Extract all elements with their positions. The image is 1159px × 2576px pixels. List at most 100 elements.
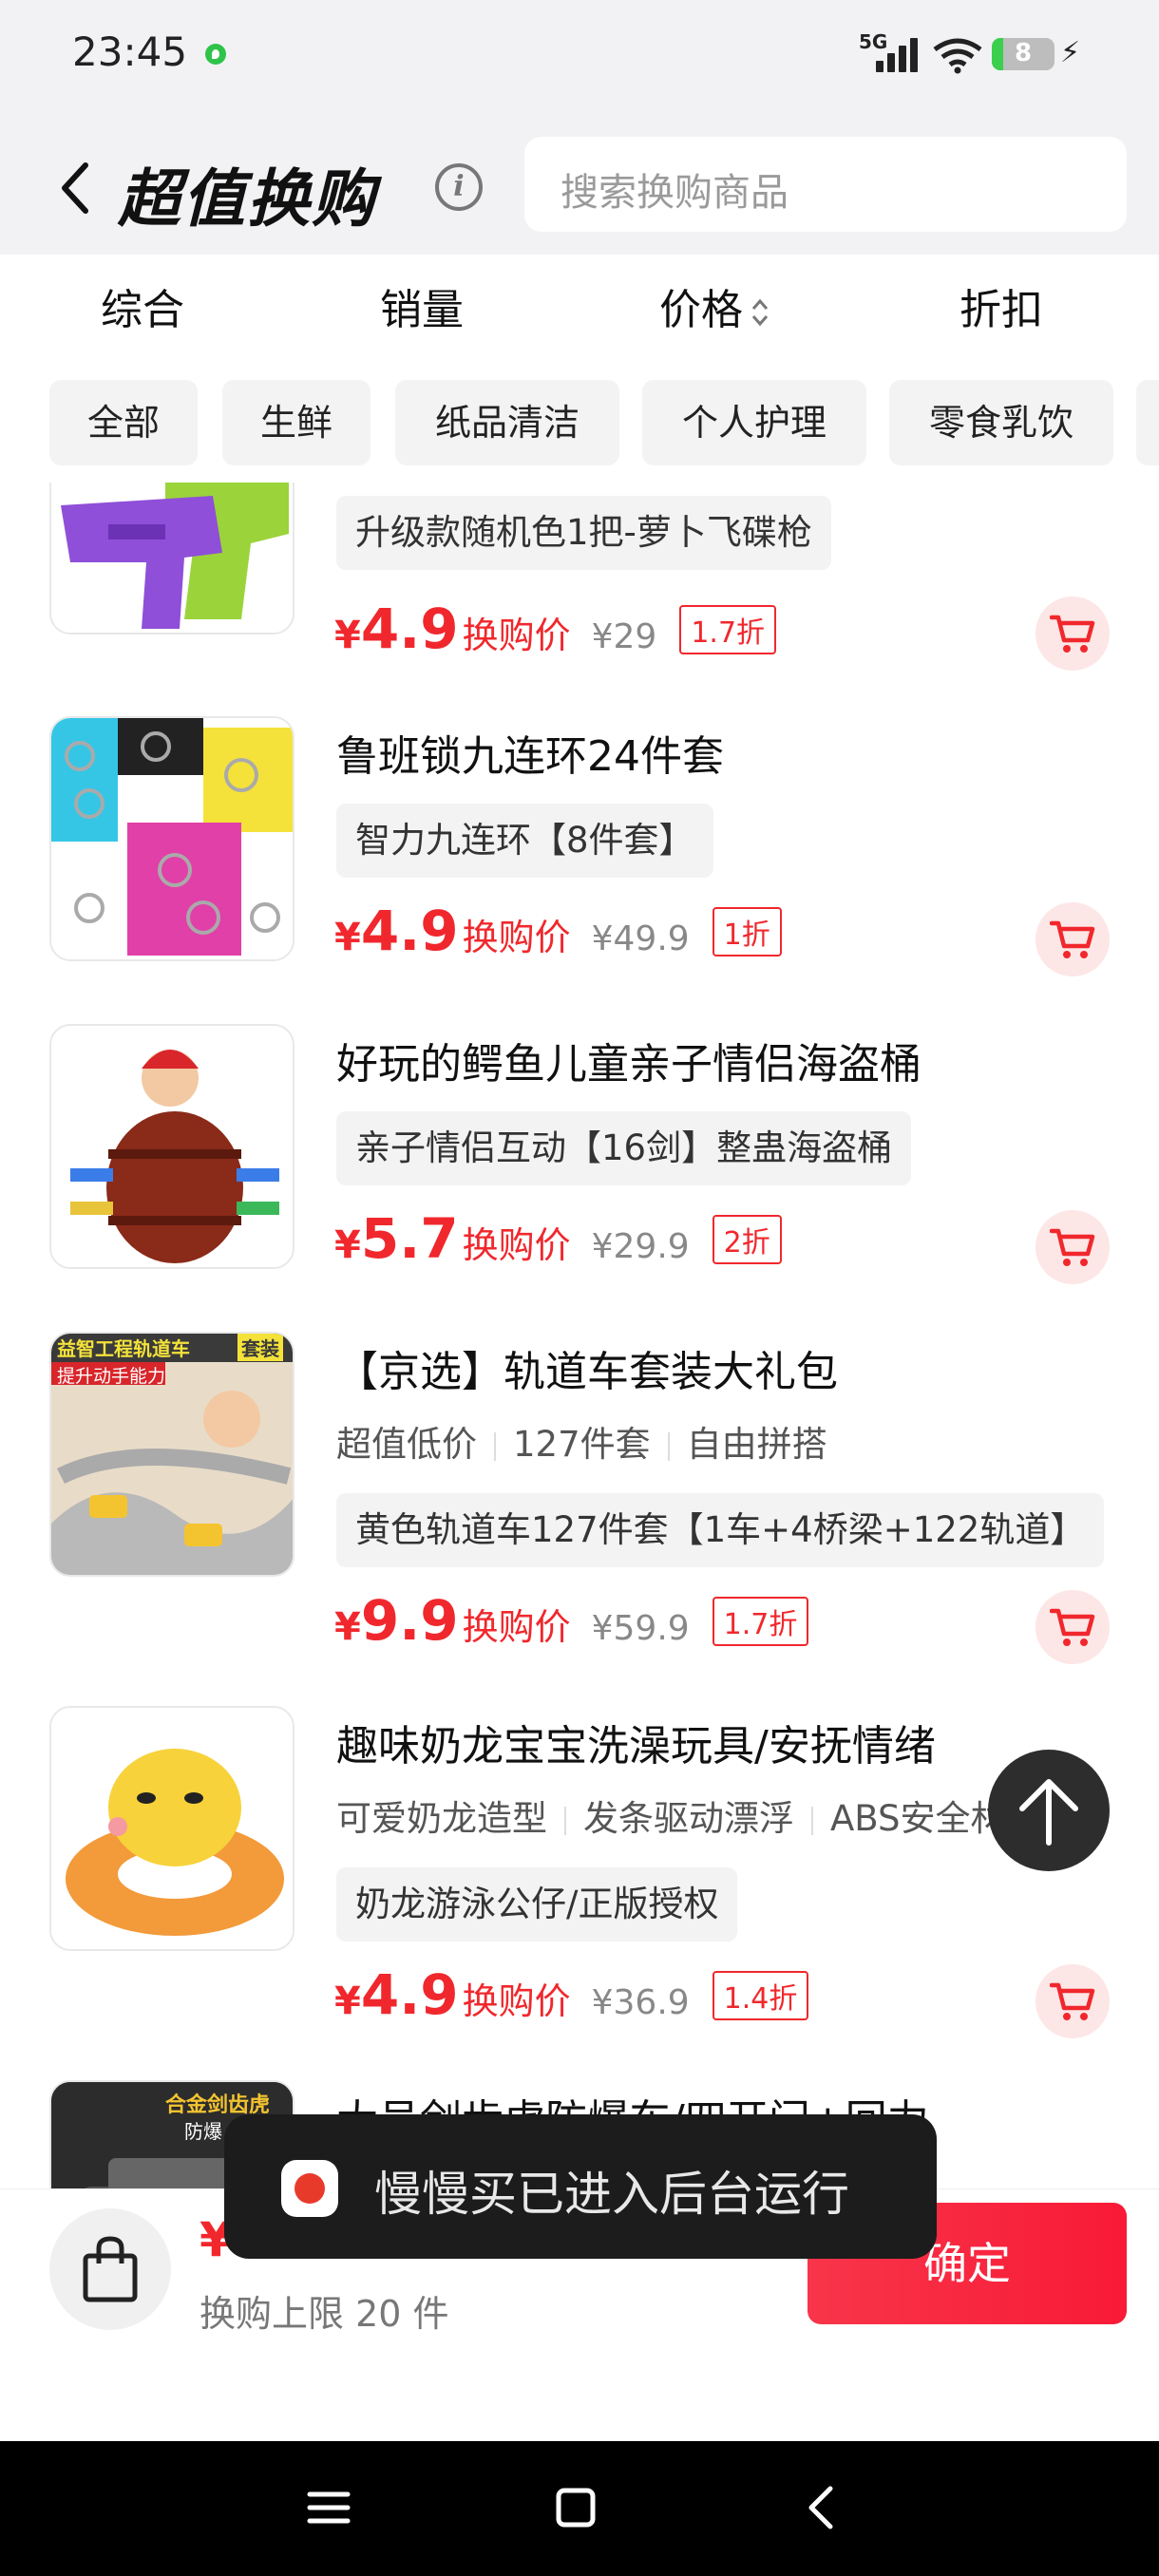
cart-icon (1050, 1228, 1095, 1266)
sort-arrows-icon (751, 298, 769, 327)
product-price: 4.9 (360, 597, 459, 661)
status-icons: 5G 8 ⚡ (859, 30, 1087, 78)
arrow-up-icon (1019, 1779, 1078, 1846)
original-price: ¥49.9 (591, 919, 690, 958)
product-variant[interactable]: 升级款随机色1把-萝卜飞碟枪 (336, 496, 831, 570)
notification-dot-icon (205, 44, 226, 65)
search-placeholder: 搜索换购商品 (560, 171, 788, 215)
add-to-cart-button[interactable] (1036, 1964, 1110, 2038)
tab-discount[interactable]: 折扣 (960, 275, 1043, 336)
shopping-bag-button[interactable] (49, 2208, 171, 2330)
tag: 超值低价 (336, 1424, 477, 1465)
product-title[interactable]: 趣味奶龙宝宝洗澡玩具/安抚情绪 (336, 1712, 936, 1772)
product-variant[interactable]: 奶龙游泳公仔/正版授权 (336, 1867, 738, 1941)
category-chip[interactable]: 纸品清洁 (395, 380, 619, 465)
price-label: 换购价 (462, 1980, 571, 2022)
product-price: 4.9 (360, 1962, 459, 2027)
add-to-cart-button[interactable] (1036, 1210, 1110, 1284)
price-label: 换购价 (462, 1224, 571, 1266)
back-nav-icon[interactable] (794, 2479, 851, 2536)
menu-icon[interactable] (300, 2479, 357, 2536)
tab-price-label: 价格 (659, 286, 743, 334)
price-row: ¥4.9 换购价 ¥36.9 1.4折 (334, 1962, 809, 2038)
thumb-set-badge: 套装 (238, 1334, 283, 1361)
tab-sales[interactable]: 销量 (380, 275, 464, 336)
currency-symbol: ¥ (334, 916, 361, 959)
product-price: 5.7 (360, 1206, 459, 1271)
discount-badge: 1折 (712, 907, 782, 957)
home-icon[interactable] (547, 2479, 604, 2536)
toast-text: 慢慢买已进入后台运行 (374, 2167, 849, 2222)
category-chip[interactable]: 零食乳饮 (889, 380, 1113, 465)
product-price: 9.9 (360, 1588, 459, 1653)
price-row: ¥4.9 换购价 ¥49.9 1折 (334, 899, 782, 975)
product-list: 升级款随机色1把-萝卜飞碟枪 ¥4.9 换购价 ¥29 1.7折 鲁班锁九连环2… (0, 483, 1159, 2188)
product-image-duck-toy (49, 1706, 294, 1951)
tag: 127件套 (513, 1424, 651, 1465)
status-bar: 23:45 5G 8 ⚡ (0, 0, 1159, 114)
purchase-limit: 换购上限 20 件 (200, 2293, 449, 2335)
category-chip[interactable]: 全部 (49, 380, 198, 465)
category-chip[interactable]: 生鲜 (222, 380, 370, 465)
status-time: 23:45 (72, 28, 188, 75)
back-to-top-button[interactable] (988, 1750, 1110, 1871)
cart-icon (1050, 615, 1095, 653)
product-title[interactable]: 鲁班锁九连环24件套 (336, 722, 724, 783)
system-nav-bar (0, 2441, 1159, 2576)
price-row: ¥9.9 换购价 ¥59.9 1.7折 (334, 1588, 809, 1664)
battery-level: 8 (1014, 39, 1033, 67)
tab-price[interactable]: 价格 (659, 275, 770, 336)
thumb-subtitle-text: 提升动手能力 (57, 1366, 166, 1387)
header: 超值换购 i 搜索换购商品 (0, 123, 1159, 247)
product-image-pirate-barrel (49, 1024, 294, 1269)
product-title[interactable]: 【京选】轨道车套装大礼包 (336, 1337, 838, 1398)
toast: 慢慢买已进入后台运行 (224, 2114, 937, 2259)
page-title: 超值换购 (118, 162, 376, 236)
product-tags: 超值低价 127件套 自由拼搭 (336, 1415, 827, 1467)
original-price: ¥29 (591, 617, 657, 656)
product-title[interactable]: 好玩的鳄鱼儿童亲子情侣海盗桶 (336, 1030, 922, 1090)
thumb-subtitle-text: 防爆 (184, 2120, 222, 2143)
discount-badge: 1.7折 (679, 605, 777, 654)
thumb-banner-text: 益智工程轨道车 (57, 1337, 190, 1360)
category-chip[interactable] (1136, 380, 1159, 465)
currency-symbol: ¥ (334, 1979, 361, 2023)
category-chip[interactable]: 个人护理 (642, 380, 866, 465)
cart-icon (1050, 1608, 1095, 1646)
product-image-track-car: 益智工程轨道车 套装 提升动手能力 (49, 1332, 294, 1577)
product-image-toy-gun (49, 483, 294, 635)
price-label: 换购价 (462, 917, 571, 958)
add-to-cart-button[interactable] (1036, 902, 1110, 976)
tag: 自由拼搭 (686, 1424, 827, 1465)
product-price: 4.9 (360, 899, 459, 963)
info-icon[interactable]: i (435, 163, 483, 211)
tag: 可爱奶龙造型 (336, 1798, 547, 1839)
product-variant[interactable]: 亲子情侣互动【16剑】整蛊海盗桶 (336, 1111, 912, 1185)
wifi-icon (933, 38, 982, 74)
original-price: ¥36.9 (591, 1983, 690, 2022)
original-price: ¥29.9 (591, 1227, 690, 1266)
category-bar: 全部 生鲜 纸品清洁 个人护理 零食乳饮 (0, 361, 1159, 483)
add-to-cart-button[interactable] (1036, 597, 1110, 671)
price-label: 换购价 (462, 615, 571, 656)
tab-comprehensive[interactable]: 综合 (101, 275, 184, 336)
shopping-bag-icon (83, 2236, 138, 2302)
discount-badge: 2折 (712, 1215, 782, 1264)
discount-badge: 1.7折 (712, 1597, 809, 1646)
add-to-cart-button[interactable] (1036, 1590, 1110, 1664)
charging-icon: ⚡ (1060, 36, 1081, 69)
original-price: ¥59.9 (591, 1609, 690, 1648)
product-variant[interactable]: 黄色轨道车127件套【1车+4桥梁+122轨道】 (336, 1493, 1105, 1567)
network-label: 5G (859, 30, 888, 53)
search-input[interactable]: 搜索换购商品 (524, 137, 1127, 232)
app-logo-icon (281, 2160, 338, 2217)
product-variant[interactable]: 智力九连环【8件套】 (336, 804, 713, 878)
back-icon[interactable] (53, 160, 101, 217)
cart-icon (1050, 1982, 1095, 2020)
tag: 发条驱动漂浮 (583, 1798, 794, 1839)
product-tags: 可爱奶龙造型 发条驱动漂浮 ABS安全材质 (336, 1790, 1041, 1841)
top-zone: 23:45 5G 8 ⚡ 超值换购 i 搜索换购商品 (0, 0, 1159, 255)
currency-symbol: ¥ (334, 614, 361, 657)
currency-symbol: ¥ (334, 1223, 361, 1267)
price-row: ¥4.9 换购价 ¥29 1.7折 (334, 597, 777, 672)
